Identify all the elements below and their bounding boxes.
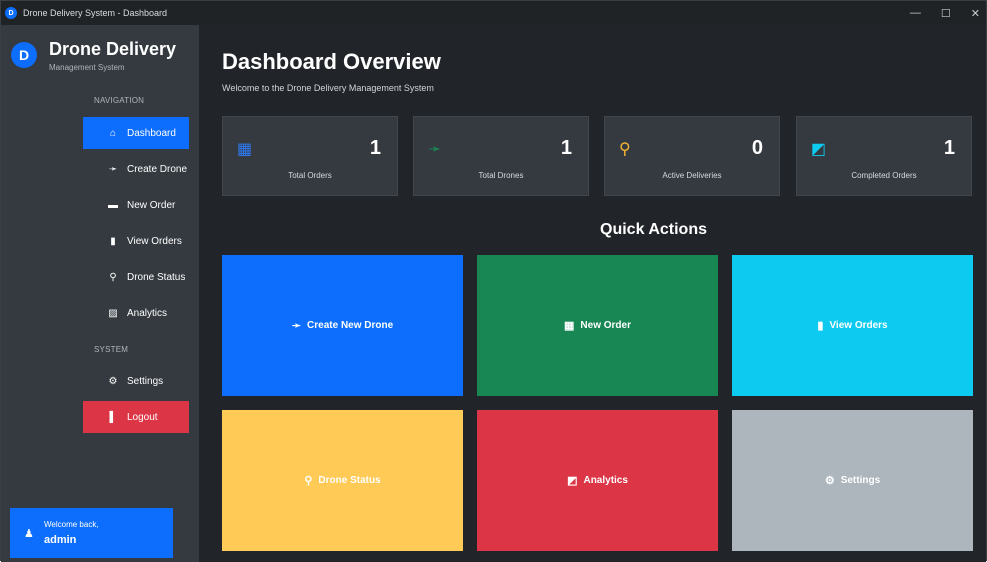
nav-section-label: NAVIGATION xyxy=(94,96,145,105)
door-icon: ▌ xyxy=(109,411,117,423)
tile-label: Analytics xyxy=(583,475,628,486)
sidebar-item-create-drone[interactable]: ➛ Create Drone xyxy=(83,153,189,185)
stat-value: 1 xyxy=(943,137,955,159)
drone-icon: ➛ xyxy=(428,139,442,158)
stat-card-total-orders: ▦ 1 Total Orders xyxy=(222,116,398,196)
user-icon: ♟ xyxy=(24,527,34,540)
gift-icon: ▦ xyxy=(237,139,253,158)
sidebar-item-label: Analytics xyxy=(127,307,168,319)
sidebar-item-label: View Orders xyxy=(127,235,182,247)
stat-card-active-deliveries: ⚲ 0 Active Deliveries xyxy=(604,116,780,196)
tile-label: New Order xyxy=(580,320,631,331)
minimize-button[interactable]: — xyxy=(910,7,921,19)
chart-icon: ▨ xyxy=(108,307,118,319)
sidebar-item-label: Drone Status xyxy=(127,271,186,283)
gear-icon: ⚙ xyxy=(824,475,835,487)
welcome-card: ♟ Welcome back, admin xyxy=(10,508,173,558)
sidebar-item-settings[interactable]: ⚙ Settings xyxy=(83,365,189,397)
clipboard-icon: ▮ xyxy=(817,320,824,332)
brand-title: Drone Delivery xyxy=(49,39,177,59)
settings-tile[interactable]: ⚙ Settings xyxy=(732,410,973,551)
logo-icon: D xyxy=(11,42,37,68)
title-bar: D Drone Delivery System - Dashboard — ☐ … xyxy=(1,1,986,25)
stat-card-completed-orders: ◩ 1 Completed Orders xyxy=(796,116,972,196)
logout-label: Logout xyxy=(127,411,158,423)
home-icon: ⌂ xyxy=(109,127,117,139)
sidebar-item-analytics[interactable]: ▨ Analytics xyxy=(83,297,189,329)
tile-label: View Orders xyxy=(829,320,888,331)
gift-icon: ▬ xyxy=(108,199,118,211)
clipboard-icon: ▮ xyxy=(110,235,116,247)
logout-button[interactable]: ▌ Logout xyxy=(83,401,189,433)
drone-status-tile[interactable]: ⚲ Drone Status xyxy=(222,410,463,551)
sidebar: D Drone Delivery Management System NAVIG… xyxy=(1,25,199,562)
sidebar-item-view-orders[interactable]: ▮ View Orders xyxy=(83,225,189,257)
tile-label: Drone Status xyxy=(318,475,381,486)
create-new-drone-tile[interactable]: ➛ Create New Drone xyxy=(222,255,463,396)
stat-value: 1 xyxy=(560,137,572,159)
welcome-text: Welcome back, xyxy=(44,520,99,529)
drone-icon: ➛ xyxy=(291,320,302,332)
maximize-button[interactable]: ☐ xyxy=(941,7,951,20)
stat-value: 0 xyxy=(751,137,763,159)
window-controls: — ☐ ✕ xyxy=(910,1,980,25)
sidebar-item-label: New Order xyxy=(127,199,176,211)
satellite-icon: ⚲ xyxy=(109,271,117,283)
stat-label: Total Drones xyxy=(478,171,524,180)
view-orders-tile[interactable]: ▮ View Orders xyxy=(732,255,973,396)
app-icon: D xyxy=(5,7,17,19)
stat-label: Completed Orders xyxy=(851,171,917,180)
app-window: D Drone Delivery System - Dashboard — ☐ … xyxy=(0,0,987,562)
sidebar-item-label: Create Drone xyxy=(127,163,188,175)
close-button[interactable]: ✕ xyxy=(971,7,980,20)
stat-label: Total Orders xyxy=(288,171,332,180)
system-section-label: SYSTEM xyxy=(94,345,129,354)
sidebar-item-dashboard[interactable]: ⌂ Dashboard xyxy=(83,117,189,149)
drone-icon: ➛ xyxy=(108,163,118,175)
analytics-tile[interactable]: ◩ Analytics xyxy=(477,410,718,551)
sidebar-item-label: Settings xyxy=(127,375,164,387)
satellite-icon: ⚲ xyxy=(619,139,631,158)
chart-icon: ◩ xyxy=(811,139,827,158)
brand-subtitle: Management System xyxy=(49,63,125,72)
tile-label: Create New Drone xyxy=(307,320,394,331)
page-subtitle: Welcome to the Drone Delivery Management… xyxy=(222,83,434,93)
username: admin xyxy=(44,534,77,546)
new-order-tile[interactable]: ▦ New Order xyxy=(477,255,718,396)
stat-card-total-drones: ➛ 1 Total Drones xyxy=(413,116,589,196)
quick-actions-title: Quick Actions xyxy=(600,221,707,238)
gear-icon: ⚙ xyxy=(108,375,118,387)
page-title: Dashboard Overview xyxy=(222,49,441,74)
stat-value: 1 xyxy=(369,137,381,159)
chart-icon: ◩ xyxy=(567,475,578,487)
sidebar-item-new-order[interactable]: ▬ New Order xyxy=(83,189,189,221)
gift-icon: ▦ xyxy=(564,320,575,332)
tile-label: Settings xyxy=(840,475,881,486)
stat-label: Active Deliveries xyxy=(662,171,722,180)
sidebar-item-drone-status[interactable]: ⚲ Drone Status xyxy=(83,261,189,293)
main-content: Dashboard Overview Welcome to the Drone … xyxy=(199,25,986,562)
satellite-icon: ⚲ xyxy=(304,475,313,487)
window-title: Drone Delivery System - Dashboard xyxy=(23,8,168,18)
sidebar-item-label: Dashboard xyxy=(127,127,176,139)
